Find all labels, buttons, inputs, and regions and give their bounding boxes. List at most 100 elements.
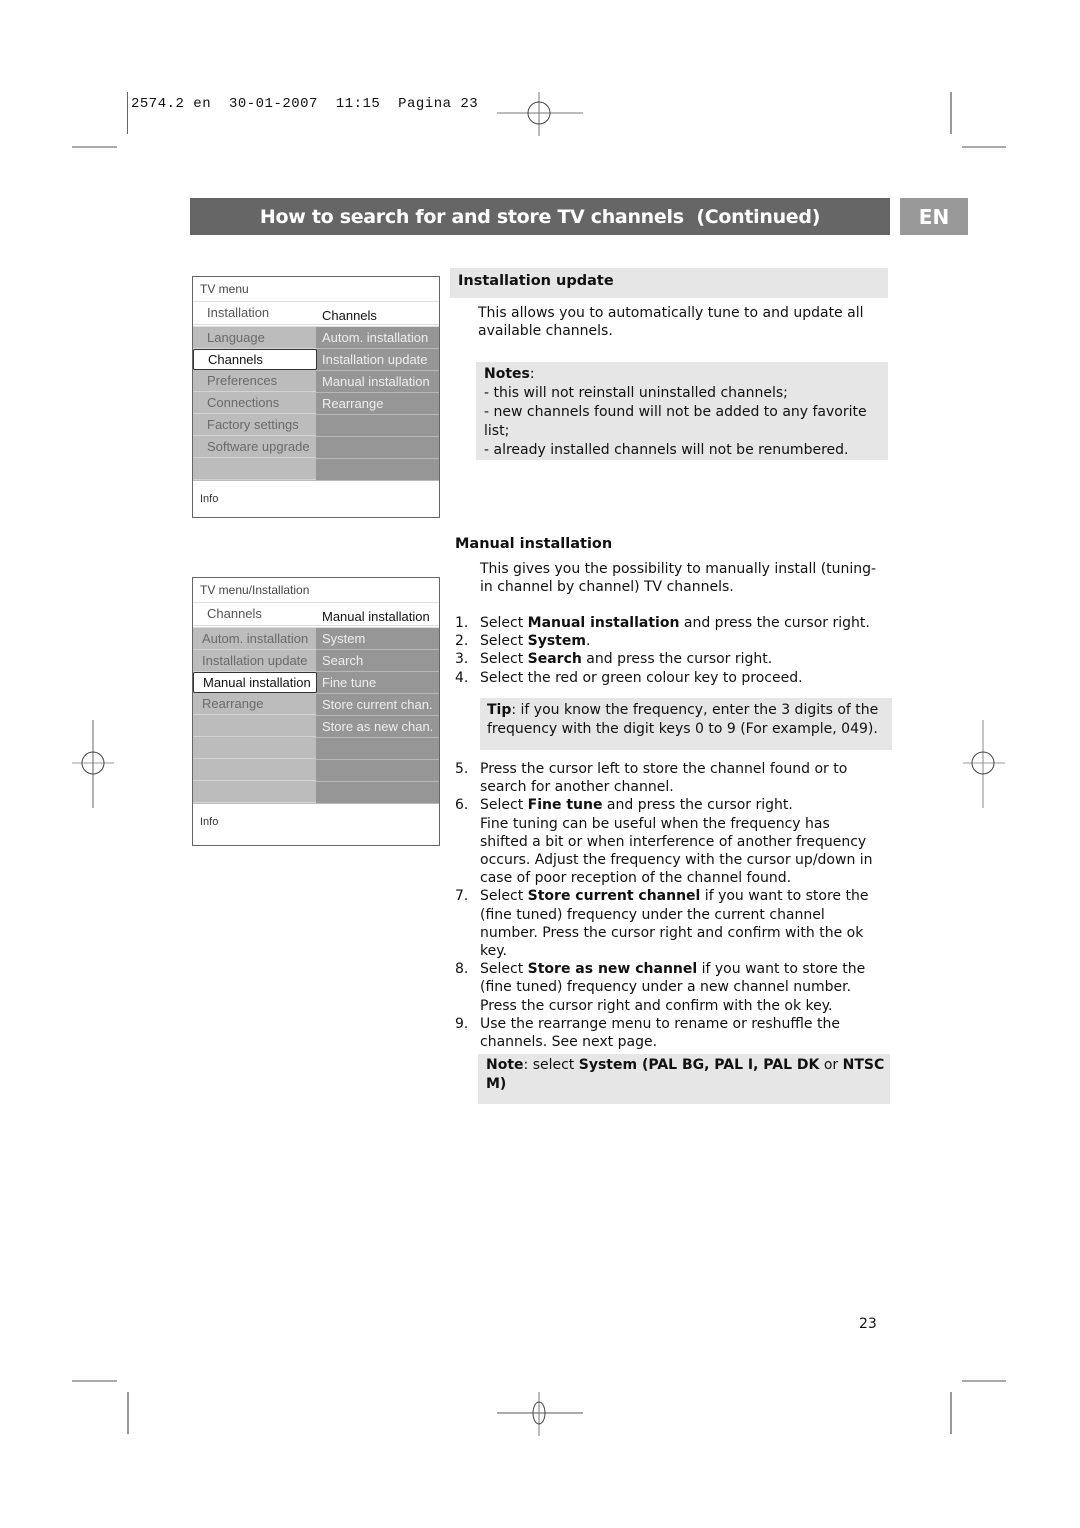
crop-mark-top-right-horizontal — [962, 146, 1006, 148]
tv-menu-item-software-upgrade[interactable]: Software upgrade — [193, 436, 316, 458]
page-number: 23 — [859, 1316, 877, 1332]
tv-menu-right-column: System Search Fine tune Store current ch… — [316, 628, 439, 804]
system-note-box: Note: select System (PAL BG, PAL I, PAL … — [478, 1054, 890, 1104]
step-number: 6. — [455, 797, 469, 814]
tv-menu-info: Info — [200, 816, 219, 828]
crop-mark-top-left-horizontal — [72, 146, 117, 148]
language-badge: EN — [900, 198, 968, 235]
step-text: Select the red or green colour key to pr… — [480, 669, 803, 686]
tv-submenu-item-manual-installation[interactable]: Manual installation — [316, 371, 439, 393]
step-number: 3. — [455, 651, 469, 668]
tv-submenu-item-fine-tune[interactable]: Fine tune — [316, 672, 439, 694]
tv-menu-subheader: Channels Manual installation — [193, 603, 439, 628]
step-item: 4. Select the red or green colour key to … — [455, 669, 875, 687]
step-item: 7. Select Store current channel if you wa… — [455, 887, 875, 960]
tv-menu-item-empty — [193, 759, 316, 781]
step-item: 2. Select System. — [455, 632, 875, 650]
step-text: Select — [480, 615, 528, 631]
tv-submenu-item-store-current-channel[interactable]: Store current chan. — [316, 694, 439, 716]
tv-menu-info: Info — [200, 493, 219, 505]
tv-submenu-item-empty — [316, 760, 439, 782]
note-item: - already installed channels will not be… — [484, 442, 849, 458]
tip-box: Tip: if you know the frequency, enter th… — [480, 698, 892, 750]
tv-menu-item-empty — [193, 781, 316, 803]
note-item: - new channels found will not be added t… — [484, 404, 867, 439]
installation-update-notes-box: Notes: - this will not reinstall uninsta… — [476, 362, 888, 460]
tip-label: Tip — [487, 702, 512, 718]
tv-submenu-item-system[interactable]: System — [316, 628, 439, 650]
step-text: and press the cursor right. — [581, 651, 773, 668]
tv-submenu-item-store-as-new-channel[interactable]: Store as new chan. — [316, 716, 439, 738]
print-job-header: 2574.2 en 30-01-2007 11:15 Pagina 23 — [131, 96, 478, 112]
tv-menu-item-installation-update[interactable]: Installation update — [193, 650, 316, 672]
step-text: and press the cursor right. — [602, 797, 793, 814]
tv-menu-current-label: Channels — [322, 308, 377, 323]
tv-submenu-item-empty — [316, 437, 439, 459]
tv-menu-item-rearrange[interactable]: Rearrange — [193, 693, 316, 715]
step-text: Select — [480, 961, 528, 978]
tv-menu-item-manual-installation-selected[interactable]: Manual installation — [193, 672, 317, 693]
tv-menu-manual-installation-illustration: TV menu/Installation Channels Manual ins… — [192, 577, 440, 846]
step-text: Select — [480, 888, 528, 905]
crop-mark-bottom-left-vertical — [127, 1392, 129, 1434]
step-item: 5. Press the cursor left to store the cha… — [455, 760, 875, 796]
registration-mark-right-icon — [963, 720, 1005, 808]
tv-menu-item-autom-installation[interactable]: Autom. installation — [193, 628, 316, 650]
step-bold-term: Manual installation — [527, 615, 680, 631]
crop-mark-bottom-right-horizontal — [962, 1380, 1006, 1382]
crop-mark-bottom-right-vertical — [950, 1392, 952, 1434]
step-number: 1. — [455, 615, 469, 631]
tv-menu-item-connections[interactable]: Connections — [193, 392, 316, 414]
tv-menu-item-channels-selected[interactable]: Channels — [193, 349, 317, 370]
tv-menu-item-factory-settings[interactable]: Factory settings — [193, 414, 316, 436]
step-text: Select — [480, 797, 528, 814]
step-text: Use the rearrange menu to rename or resh… — [480, 1015, 840, 1051]
manual-installation-steps-5-9: 5. Press the cursor left to store the cha… — [455, 760, 875, 1051]
tv-menu-item-empty — [193, 458, 316, 480]
manual-installation-intro: This gives you the possibility to manual… — [480, 561, 877, 596]
step-number: 2. — [455, 633, 469, 650]
step-text: . — [585, 633, 591, 650]
tv-menu-right-column: Autom. installation Installation update … — [316, 327, 439, 481]
tv-menu-header: TV menu — [193, 277, 439, 302]
tv-menu-body: Autom. installation Installation update … — [193, 628, 439, 804]
tv-submenu-item-empty — [316, 415, 439, 437]
tv-menu-header: TV menu/Installation — [193, 578, 439, 603]
registration-mark-left-icon — [72, 720, 114, 808]
crop-mark-bottom-left-horizontal — [72, 1380, 117, 1382]
installation-update-intro: This allows you to automatically tune to… — [478, 305, 864, 340]
manual-installation-steps-1-4: 1. Select Manual installation and press t… — [455, 614, 875, 687]
tv-menu-body: Language Channels Preferences Connection… — [193, 327, 439, 481]
print-date: 30-01-2007 — [228, 96, 318, 112]
step-item: 3. Select Search and press the cursor rig… — [455, 650, 875, 668]
step-bold-term: Fine tune — [527, 797, 603, 814]
tv-submenu-item-search[interactable]: Search — [316, 650, 439, 672]
step-number: 4. — [455, 669, 469, 686]
tv-menu-channels-illustration: TV menu Installation Channels Language C… — [192, 276, 440, 518]
step-item: 1. Select Manual installation and press t… — [455, 614, 875, 632]
tv-submenu-item-rearrange[interactable]: Rearrange — [316, 393, 439, 415]
note-item: - this will not reinstall uninstalled ch… — [484, 385, 788, 401]
tv-menu-left-column: Autom. installation Installation update … — [193, 628, 317, 804]
tip-text: : if you know the frequency, enter the 3… — [487, 702, 879, 737]
step-number: 8. — [455, 961, 469, 978]
tv-submenu-item-installation-update[interactable]: Installation update — [316, 349, 439, 371]
tv-submenu-item-autom-installation[interactable]: Autom. installation — [316, 327, 439, 349]
step-item: 8. Select Store as new channel if you wan… — [455, 960, 875, 1015]
tv-menu-current-label: Manual installation — [322, 609, 430, 624]
tv-menu-parent-label: Channels — [207, 606, 262, 621]
tv-menu-item-preferences[interactable]: Preferences — [193, 370, 316, 392]
note-bold-systems: System (PAL BG, PAL I, PAL DK — [578, 1057, 820, 1073]
tv-submenu-item-empty — [316, 738, 439, 760]
page-title: How to search for and store TV channels … — [259, 205, 821, 228]
tv-menu-parent-label: Installation — [207, 305, 270, 320]
step-item: 9. Use the rearrange menu to rename or re… — [455, 1015, 875, 1051]
registration-mark-top-icon — [497, 92, 583, 136]
installation-update-heading: Installation update — [450, 268, 888, 298]
step-item: 6. Select Fine tune and press the cursor … — [455, 796, 875, 887]
tv-menu-item-language[interactable]: Language — [193, 327, 316, 349]
crop-mark-top-right-vertical — [950, 92, 952, 134]
step-text: and press the cursor right. — [679, 615, 870, 631]
registration-mark-bottom-icon — [497, 1392, 583, 1436]
step-bold-term: Store current channel — [527, 888, 701, 905]
